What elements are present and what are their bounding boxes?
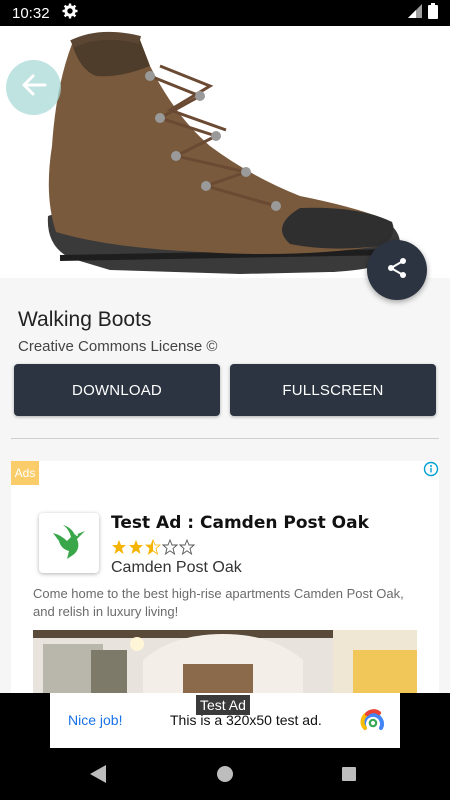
navigation-bar — [0, 749, 450, 800]
star-full-icon — [128, 539, 144, 560]
gear-icon — [62, 3, 78, 24]
arrow-left-icon — [21, 74, 47, 101]
star-empty-icon — [161, 538, 179, 560]
ads-badge: Ads — [11, 461, 39, 485]
fullscreen-button[interactable]: FULLSCREEN — [230, 364, 436, 416]
back-button[interactable] — [6, 60, 61, 115]
native-ad-card[interactable]: Ads Test Ad : Camden Post Oak Camden Pos… — [11, 461, 439, 693]
share-icon — [385, 256, 409, 285]
hummingbird-icon — [47, 519, 91, 568]
ad-headline[interactable]: Test Ad : Camden Post Oak — [111, 513, 369, 533]
ad-image[interactable] — [33, 630, 417, 693]
download-button[interactable]: DOWNLOAD — [14, 364, 220, 416]
item-title: Walking Boots — [18, 308, 152, 331]
status-bar: 10:32 — [0, 0, 450, 26]
ad-app-icon[interactable] — [39, 513, 99, 573]
star-half-icon — [144, 538, 162, 560]
battery-icon — [428, 2, 438, 24]
share-button[interactable] — [367, 240, 427, 300]
status-time: 10:32 — [12, 4, 50, 22]
star-empty-icon — [178, 538, 196, 560]
nav-back-icon[interactable] — [90, 765, 106, 788]
ad-rating — [111, 538, 196, 560]
info-icon[interactable] — [423, 461, 439, 477]
ad-advertiser: Camden Post Oak — [111, 559, 242, 576]
divider — [11, 438, 439, 439]
nav-recents-icon[interactable] — [342, 767, 356, 781]
signal-icon — [408, 3, 422, 23]
ad-body: Come home to the best high-rise apartmen… — [33, 586, 404, 619]
star-full-icon — [111, 539, 127, 560]
ad-logo-icon — [359, 706, 387, 734]
hero-image[interactable] — [0, 26, 450, 278]
banner-ad-label: Test Ad — [196, 695, 250, 715]
license-text: Creative Commons License © — [18, 338, 218, 355]
content-panel: Walking Boots Creative Commons License ©… — [0, 278, 450, 693]
nav-home-icon[interactable] — [217, 766, 233, 782]
banner-nice-text: Nice job! — [68, 712, 123, 728]
hiking-boot-photo — [47, 31, 400, 274]
